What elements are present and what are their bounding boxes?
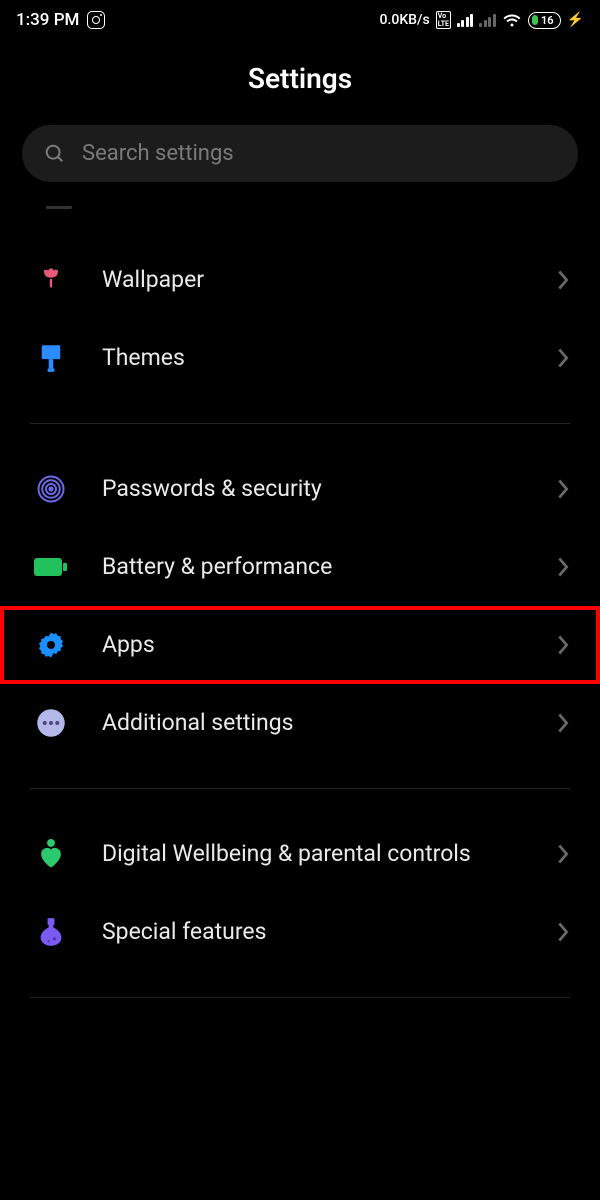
status-time: 1:39 PM xyxy=(16,10,79,30)
flask-icon xyxy=(34,915,68,949)
settings-group-wellbeing: Digital Wellbeing & parental controls Sp… xyxy=(0,807,600,979)
status-bar: 1:39 PM 0.0KB/s VoLTE 16 ⚡ xyxy=(0,0,600,36)
settings-group-system: Passwords & security Battery & performan… xyxy=(0,442,600,770)
item-label: Themes xyxy=(102,343,522,373)
divider xyxy=(30,788,570,789)
chevron-right-icon xyxy=(556,269,570,291)
divider xyxy=(30,997,570,998)
status-data-rate: 0.0KB/s xyxy=(380,12,430,28)
item-label: Special features xyxy=(102,917,522,947)
page-title: Settings xyxy=(0,36,600,125)
battery-icon xyxy=(34,550,68,584)
paintbrush-icon xyxy=(34,341,68,375)
chevron-right-icon xyxy=(556,921,570,943)
signal-icon xyxy=(457,13,474,27)
gear-icon xyxy=(34,628,68,662)
signal-icon-2 xyxy=(479,13,496,27)
settings-item-wallpaper[interactable]: Wallpaper xyxy=(0,241,600,319)
chevron-right-icon xyxy=(556,478,570,500)
item-label: Digital Wellbeing & parental controls xyxy=(102,839,522,869)
settings-item-themes[interactable]: Themes xyxy=(0,319,600,397)
chevron-right-icon xyxy=(556,712,570,734)
item-label: Passwords & security xyxy=(102,474,522,504)
instagram-icon xyxy=(87,11,105,29)
settings-item-passwords[interactable]: Passwords & security xyxy=(0,450,600,528)
fingerprint-icon xyxy=(34,472,68,506)
battery-icon: 16 xyxy=(528,12,561,29)
settings-item-wellbeing[interactable]: Digital Wellbeing & parental controls xyxy=(0,815,600,893)
wifi-icon xyxy=(502,12,522,28)
tulip-icon xyxy=(34,263,68,297)
search-placeholder: Search settings xyxy=(82,141,234,166)
settings-item-special[interactable]: Special features xyxy=(0,893,600,971)
settings-group-personalize: Wallpaper Themes xyxy=(0,233,600,405)
chevron-right-icon xyxy=(556,843,570,865)
settings-item-apps[interactable]: Apps xyxy=(0,606,600,684)
chevron-right-icon xyxy=(556,347,570,369)
chevron-right-icon xyxy=(556,556,570,578)
search-icon xyxy=(44,143,66,165)
item-label: Battery & performance xyxy=(102,552,522,582)
item-label: Wallpaper xyxy=(102,265,522,295)
item-label: Additional settings xyxy=(102,708,522,738)
heart-person-icon xyxy=(34,837,68,871)
volte-icon: VoLTE xyxy=(436,11,451,29)
section-stub xyxy=(46,206,72,209)
settings-item-battery[interactable]: Battery & performance xyxy=(0,528,600,606)
item-label: Apps xyxy=(102,630,522,660)
divider xyxy=(30,423,570,424)
settings-item-additional[interactable]: Additional settings xyxy=(0,684,600,762)
search-input[interactable]: Search settings xyxy=(22,125,578,182)
chevron-right-icon xyxy=(556,634,570,656)
more-icon xyxy=(34,706,68,740)
charging-icon: ⚡ xyxy=(567,12,584,28)
